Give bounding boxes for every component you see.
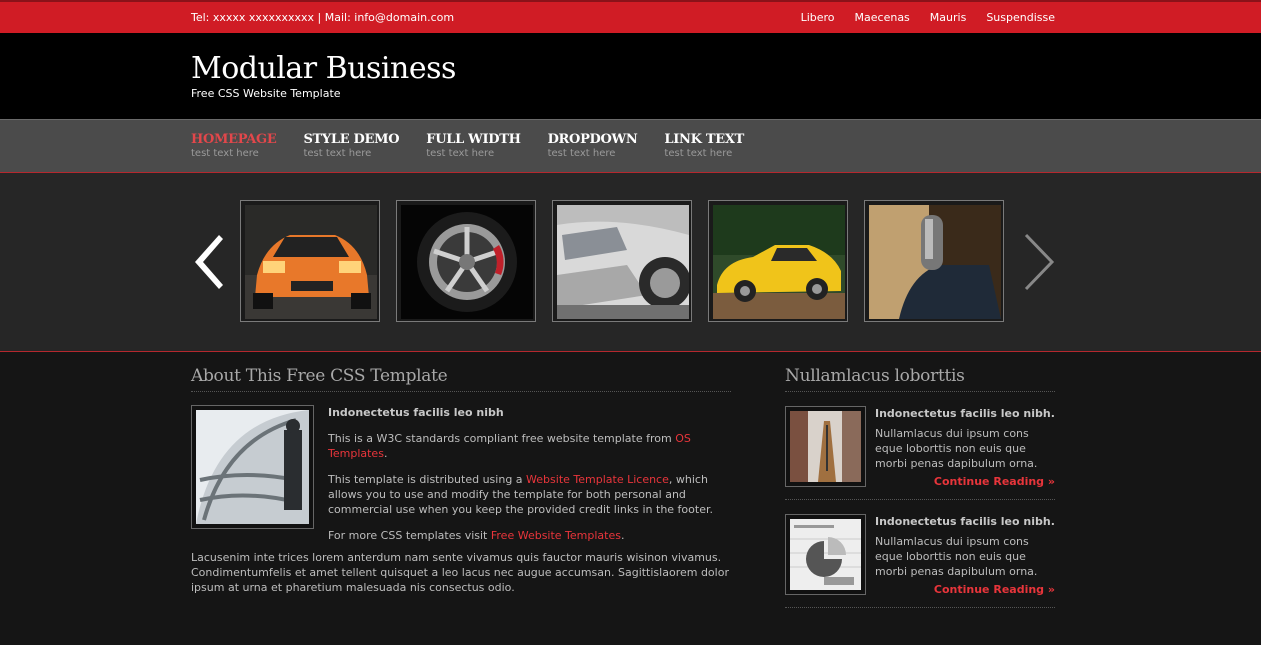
about-text: Indonectetus facilis leo nibh This is a …	[328, 405, 731, 554]
nav-label: LINK TEXT	[664, 132, 744, 147]
site-subtitle: Free CSS Website Template	[191, 87, 341, 100]
nav-item-homepage[interactable]: HOMEPAGE test text here	[191, 132, 277, 160]
about-heading: About This Free CSS Template	[191, 366, 731, 392]
paragraph-text: .	[620, 529, 625, 542]
nav-item-full-width[interactable]: FULL WIDTH test text here	[426, 132, 521, 160]
image-carousel	[0, 173, 1261, 352]
paragraph-text: This is a W3C standards compliant free w…	[328, 432, 676, 445]
thumb-silver-car-headlight[interactable]	[552, 200, 692, 322]
nav-label: STYLE DEMO	[303, 132, 400, 147]
nav-item-link-text[interactable]: LINK TEXT test text here	[664, 132, 744, 160]
nav-sublabel: test text here	[303, 148, 372, 159]
top-link-suspendisse[interactable]: Suspendisse	[986, 11, 1055, 24]
top-bar: Tel: xxxxx xxxxxxxxxx | Mail: info@domai…	[0, 0, 1261, 33]
about-paragraph-1: This is a W3C standards compliant free w…	[328, 431, 731, 461]
nav-sublabel: test text here	[191, 148, 259, 159]
sidebar-post-text: Indonectetus facilis leo nibh. Nullamlac…	[875, 514, 1055, 597]
thumb-yellow-sports-car[interactable]	[708, 200, 848, 322]
site-title[interactable]: Modular Business	[191, 52, 1055, 86]
sidebar-heading: Nullamlacus loborttis	[785, 366, 1055, 392]
main-nav: HOMEPAGE test text here STYLE DEMO test …	[0, 119, 1261, 173]
sidebar-post-text: Indonectetus facilis leo nibh. Nullamlac…	[875, 406, 1055, 489]
about-paragraph-2: This template is distributed using a Web…	[328, 472, 731, 517]
nav-label: HOMEPAGE	[191, 132, 277, 147]
continue-reading-link[interactable]: Continue Reading »	[875, 582, 1055, 597]
top-link-libero[interactable]: Libero	[801, 11, 835, 24]
market-report-image	[785, 514, 866, 595]
nav-label: DROPDOWN	[547, 132, 638, 147]
carousel-thumbnails	[240, 200, 1004, 324]
about-paragraph-4: Lacusenim inte trices lorem anterdum nam…	[191, 551, 729, 594]
contact-info: Tel: xxxxx xxxxxxxxxx | Mail: info@domai…	[191, 11, 455, 24]
thumb-gear-stick[interactable]	[864, 200, 1004, 322]
main-column: About This Free CSS Template Indonectetu…	[191, 366, 731, 608]
about-section: Indonectetus facilis leo nibh This is a …	[191, 405, 731, 554]
sidebar: Nullamlacus loborttis Indonectetus facil…	[785, 366, 1055, 608]
sidebar-post-body: Nullamlacus dui ipsum cons eque lobortti…	[875, 535, 1038, 578]
top-links: Libero Maecenas Mauris Suspendisse	[781, 11, 1055, 24]
thumb-alloy-wheel[interactable]	[396, 200, 536, 322]
nav-sublabel: test text here	[426, 148, 495, 159]
sidebar-post-body: Nullamlacus dui ipsum cons eque lobortti…	[875, 427, 1038, 470]
nav-sublabel: test text here	[547, 148, 616, 159]
sidebar-post-title: Indonectetus facilis leo nibh.	[875, 407, 1055, 420]
top-link-maecenas[interactable]: Maecenas	[855, 11, 910, 24]
site-header: Modular Business Free CSS Website Templa…	[0, 33, 1261, 119]
sidebar-post: Indonectetus facilis leo nibh. Nullamlac…	[785, 392, 1055, 500]
free-templates-link[interactable]: Free Website Templates	[491, 529, 621, 542]
carousel-next-arrow-icon[interactable]	[1020, 231, 1056, 293]
paragraph-text: For more CSS templates visit	[328, 529, 491, 542]
nav-label: FULL WIDTH	[426, 132, 521, 147]
top-link-mauris[interactable]: Mauris	[930, 11, 967, 24]
content-area: About This Free CSS Template Indonectetu…	[191, 352, 1055, 608]
about-image	[191, 405, 314, 529]
nav-item-style-demo[interactable]: STYLE DEMO test text here	[303, 132, 399, 160]
metronome-image	[785, 406, 866, 487]
continue-reading-link[interactable]: Continue Reading »	[875, 474, 1055, 489]
paragraph-text: This template is distributed using a	[328, 473, 527, 486]
sidebar-post-title: Indonectetus facilis leo nibh.	[875, 515, 1055, 528]
nav-item-dropdown[interactable]: DROPDOWN test text here	[548, 132, 638, 160]
carousel-prev-arrow-icon[interactable]	[189, 231, 225, 293]
licence-link[interactable]: Website Template Licence	[526, 473, 669, 486]
paragraph-text: .	[383, 447, 388, 460]
thumb-orange-sports-car[interactable]	[240, 200, 380, 322]
sidebar-post: Indonectetus facilis leo nibh. Nullamlac…	[785, 500, 1055, 608]
nav-sublabel: test text here	[664, 148, 733, 159]
about-paragraph-3: For more CSS templates visit Free Websit…	[328, 528, 731, 543]
article-title: Indonectetus facilis leo nibh	[328, 406, 504, 419]
